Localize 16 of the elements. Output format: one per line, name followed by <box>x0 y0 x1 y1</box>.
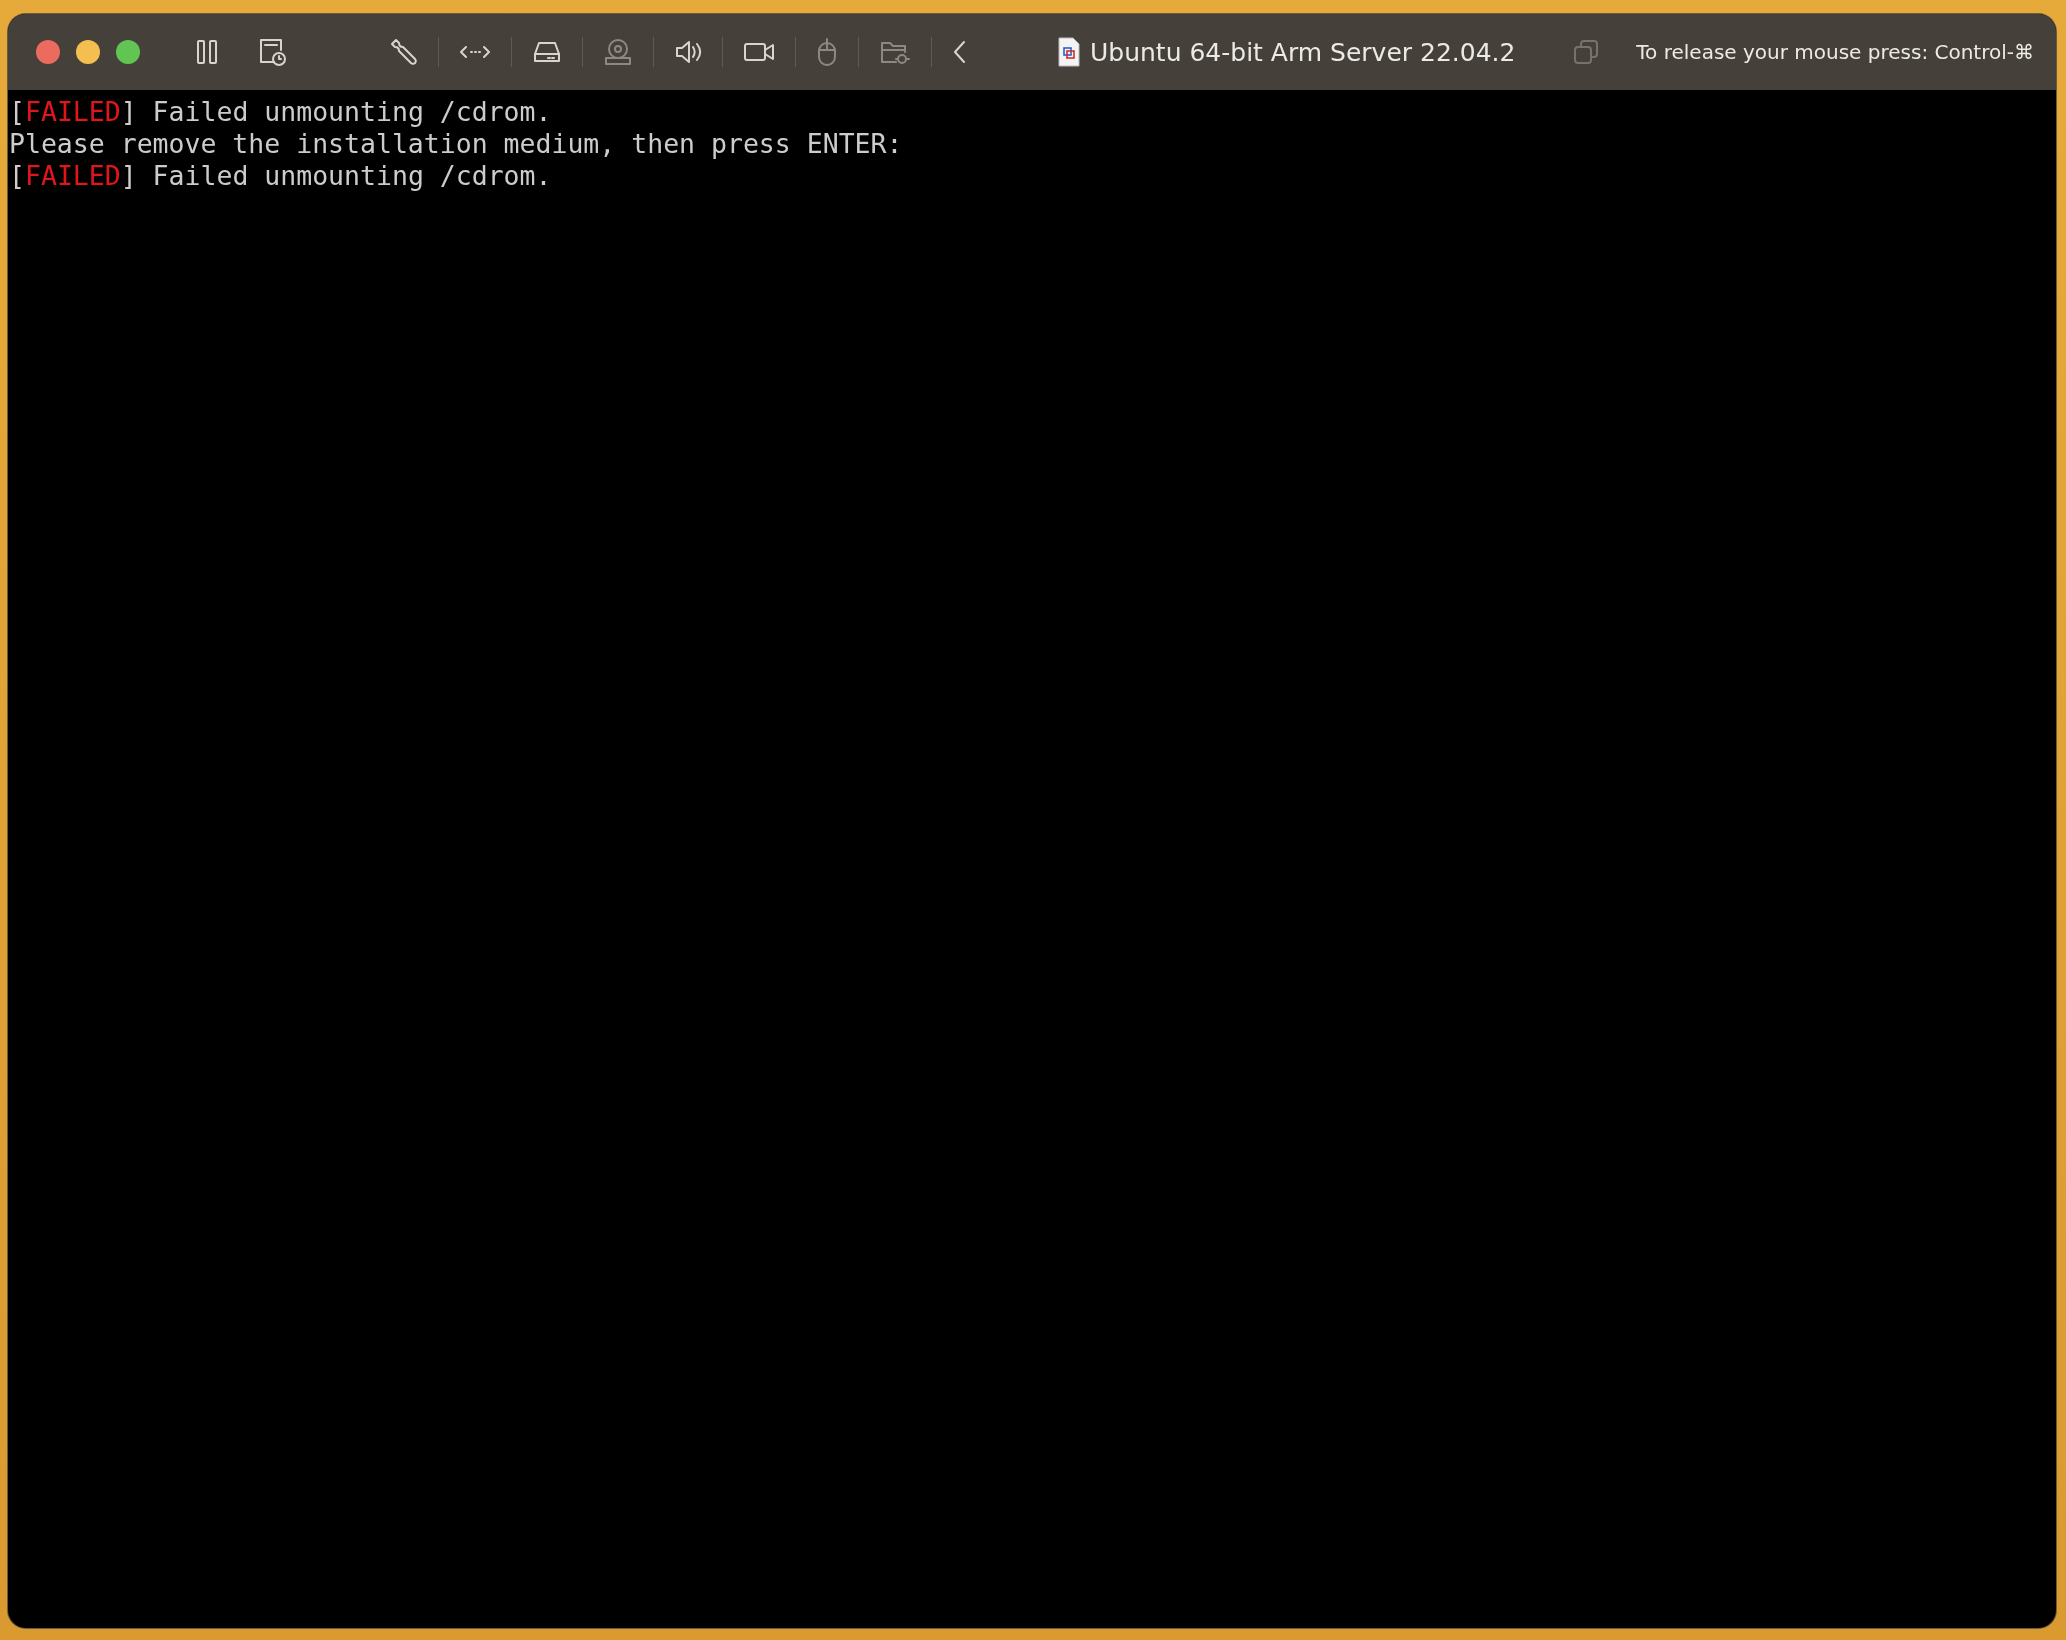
terminal-line: [FAILED] Failed unmounting /cdrom. <box>9 160 552 192</box>
pause-icon[interactable] <box>196 39 218 65</box>
terminal-line: [FAILED] Failed unmounting /cdrom. <box>9 96 552 128</box>
chevron-left-icon[interactable] <box>952 39 968 65</box>
drive-icon[interactable] <box>532 40 562 64</box>
zoom-window-button[interactable] <box>116 40 140 64</box>
speaker-icon[interactable] <box>674 39 702 65</box>
terminal-line: Please remove the installation medium, then press ENTER: <box>9 128 903 160</box>
window-title: Ubuntu 64-bit Arm Server 22.04.2 <box>1090 37 1516 67</box>
minimize-window-button[interactable] <box>76 40 100 64</box>
wrench-icon[interactable] <box>388 37 418 67</box>
snapshot-icon[interactable] <box>258 37 288 67</box>
close-window-button[interactable] <box>36 40 60 64</box>
mouse-release-hint: To release your mouse press: Control-⌘ <box>1636 40 2034 64</box>
video-camera-icon[interactable] <box>743 40 775 64</box>
vm-file-icon <box>1058 37 1080 67</box>
